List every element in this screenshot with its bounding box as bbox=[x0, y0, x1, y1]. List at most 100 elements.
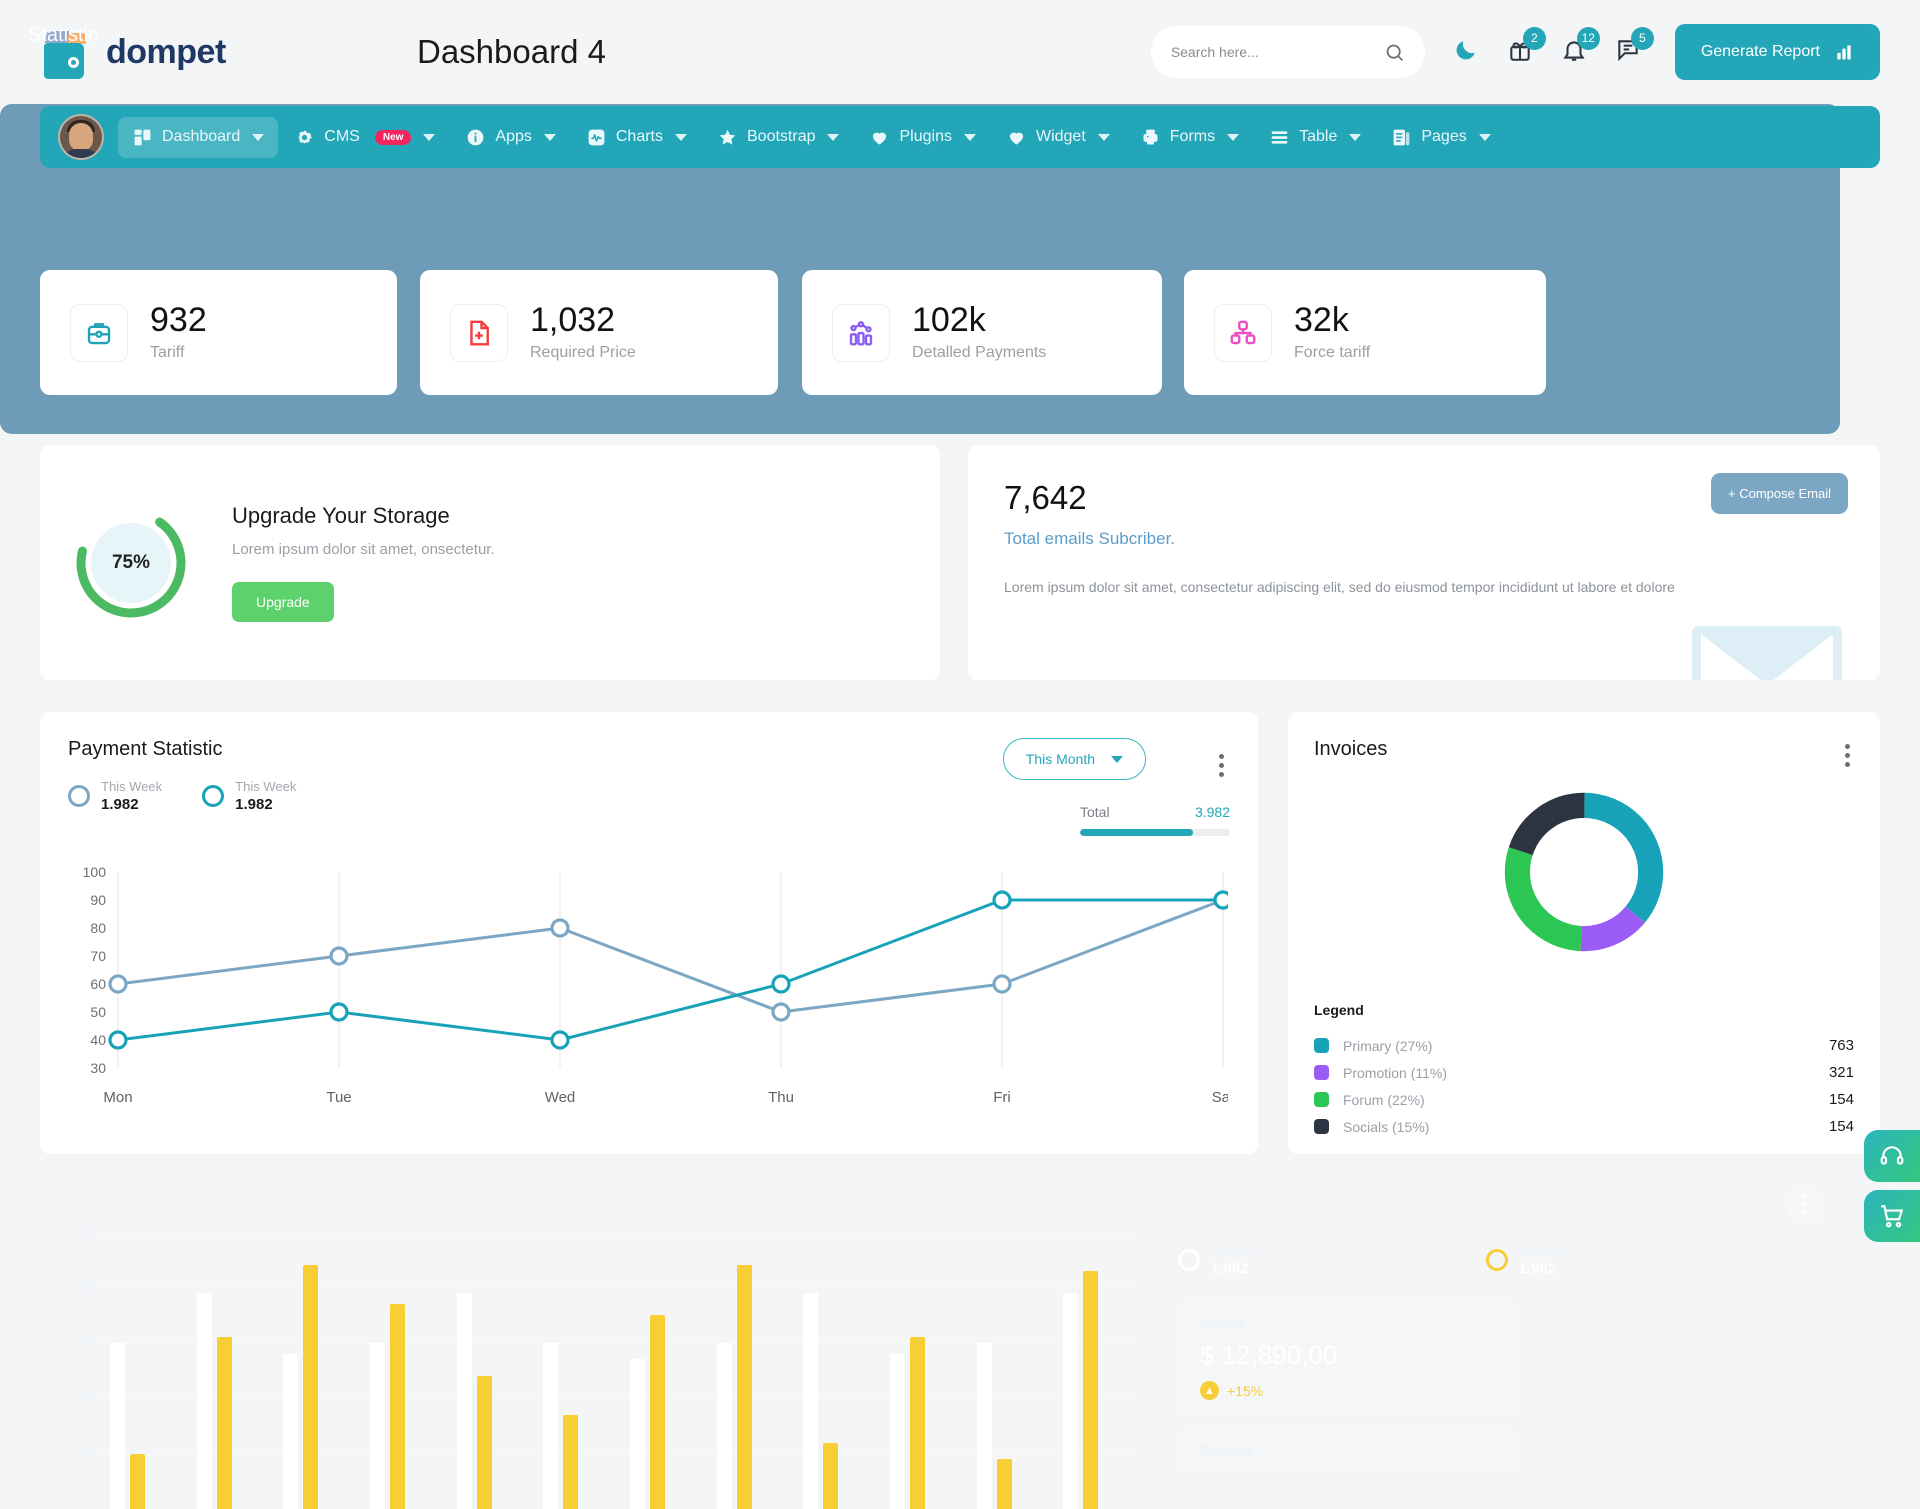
nav-item-cms[interactable]: CMS New bbox=[280, 117, 449, 158]
compose-email-button[interactable]: + Compose Email bbox=[1711, 473, 1848, 514]
notifications-button[interactable]: 12 bbox=[1561, 26, 1600, 68]
invoices-card: Invoices Legend Primary (27%) 763 Promot… bbox=[1288, 712, 1880, 1154]
nav-item-apps[interactable]: Apps bbox=[451, 117, 569, 158]
payment-legend: This Week 1.982 This Week 1.982 bbox=[68, 779, 1230, 813]
svg-text:Tue: Tue bbox=[326, 1089, 351, 1106]
nav-item-forms[interactable]: Forms bbox=[1126, 117, 1253, 158]
headset-icon bbox=[1880, 1146, 1904, 1165]
legend-value: 1.982 bbox=[101, 796, 139, 813]
legend-marker bbox=[68, 785, 90, 807]
y-axis-tick: 30 bbox=[75, 1335, 90, 1351]
svg-text:90: 90 bbox=[90, 892, 106, 908]
payment-statistic-card: Payment Statistic This Week 1.982 This W… bbox=[40, 712, 1258, 1154]
nav-item-charts[interactable]: Charts bbox=[572, 117, 701, 158]
brand-name: dompet bbox=[106, 32, 226, 71]
user-avatar[interactable] bbox=[58, 114, 104, 160]
stat-value: 102k bbox=[912, 300, 986, 339]
payment-menu-button[interactable] bbox=[1219, 754, 1224, 777]
legend-label: Primary (27%) bbox=[1343, 1037, 1433, 1054]
search-box[interactable] bbox=[1150, 26, 1425, 78]
statistic-menu-button[interactable] bbox=[1786, 1186, 1824, 1224]
svg-text:Wed: Wed bbox=[545, 1089, 576, 1106]
legend-swatch bbox=[1314, 1092, 1329, 1107]
bar-income bbox=[716, 1342, 732, 1509]
payment-period-select[interactable]: This Month bbox=[1002, 738, 1146, 780]
generate-report-button[interactable]: Generate Report bbox=[1674, 24, 1880, 80]
invoices-legend: Primary (27%) 763 Promotion (11%) 321 Fo… bbox=[1314, 1032, 1854, 1140]
chevron-down-icon bbox=[1478, 133, 1491, 141]
svg-text:Mon: Mon bbox=[103, 1089, 132, 1106]
nav-item-table[interactable]: Table bbox=[1255, 117, 1375, 158]
svg-text:60: 60 bbox=[90, 976, 106, 992]
svg-text:Thu: Thu bbox=[768, 1089, 794, 1106]
income-box: Income $ 12,890,00 ▲ +15% bbox=[1178, 1298, 1516, 1418]
gifts-button[interactable]: 2 bbox=[1507, 26, 1546, 68]
svg-text:50: 50 bbox=[90, 1004, 106, 1020]
legend-label: This Week bbox=[235, 779, 297, 794]
chevron-down-icon bbox=[827, 133, 840, 141]
cart-button[interactable] bbox=[1864, 1190, 1920, 1242]
stat-label: Required Price bbox=[530, 344, 636, 362]
nav-item-label: Charts bbox=[615, 128, 663, 145]
nav-item-label: CMS bbox=[324, 128, 360, 145]
bar-income bbox=[283, 1353, 299, 1509]
bar-expense bbox=[910, 1337, 925, 1509]
support-button[interactable] bbox=[1864, 1130, 1920, 1182]
nav-item-label: Table bbox=[1299, 128, 1338, 145]
nav-item-pages[interactable]: Pages bbox=[1377, 117, 1504, 158]
bar-income bbox=[456, 1292, 472, 1509]
page-title: Dashboard 4 bbox=[417, 33, 606, 70]
chevron-down-icon bbox=[675, 133, 687, 141]
chat-badge: 5 bbox=[1630, 26, 1654, 50]
nav-item-dashboard[interactable]: Dashboard bbox=[118, 116, 279, 158]
bar-expense bbox=[1083, 1270, 1099, 1509]
svg-text:80: 80 bbox=[90, 920, 106, 936]
bar-income bbox=[803, 1292, 819, 1509]
y-axis-tick: 20 bbox=[75, 1390, 90, 1406]
legend-value: 763 bbox=[1828, 1037, 1854, 1054]
email-subtitle: Total emails Subcriber. bbox=[1004, 529, 1176, 548]
nav-item-label: Forms bbox=[1169, 128, 1216, 145]
legend-label: This Week bbox=[101, 779, 163, 794]
svg-text:Fri: Fri bbox=[993, 1089, 1011, 1106]
bar-income bbox=[1063, 1292, 1079, 1509]
analytics-icon bbox=[832, 303, 890, 362]
statistic-period-select[interactable]: This Month bbox=[1440, 1007, 1582, 1047]
nav-item-widget[interactable]: Widget bbox=[992, 117, 1124, 158]
invoice-legend-item: Forum (22%) 154 bbox=[1314, 1086, 1854, 1113]
invoices-menu-button[interactable] bbox=[1845, 744, 1850, 767]
hierarchy-icon bbox=[1214, 303, 1272, 362]
list-icon bbox=[1269, 127, 1290, 148]
search-icon[interactable] bbox=[1384, 42, 1405, 63]
svg-text:Sat: Sat bbox=[1212, 1089, 1228, 1106]
generate-report-label: Generate Report bbox=[1700, 43, 1820, 60]
payment-total: Total 3.982 bbox=[1080, 804, 1230, 836]
printer-icon bbox=[1140, 127, 1161, 148]
legend-value: 1.982 bbox=[235, 796, 273, 813]
legend-value: 1.982 bbox=[1518, 1260, 1557, 1277]
chevron-down-icon bbox=[1097, 133, 1110, 141]
theme-toggle-button[interactable] bbox=[1453, 37, 1479, 68]
bar-expense bbox=[476, 1376, 492, 1509]
stat-label: Tariff bbox=[150, 344, 185, 362]
envelope-icon bbox=[1692, 626, 1842, 680]
legend-label: Expense bbox=[1518, 1243, 1570, 1258]
gift-badge: 2 bbox=[1522, 26, 1546, 50]
storage-card: 75% Upgrade Your Storage Lorem ipsum dol… bbox=[40, 445, 940, 680]
legend-value: 154 bbox=[1828, 1118, 1854, 1135]
y-axis-tick: 40 bbox=[75, 1279, 90, 1295]
bar-income bbox=[543, 1342, 559, 1509]
legend-swatch bbox=[1314, 1038, 1329, 1053]
nav-item-plugins[interactable]: Plugins bbox=[855, 117, 989, 158]
nav-item-label: Bootstrap bbox=[747, 128, 816, 145]
legend-swatch bbox=[1314, 1065, 1329, 1080]
messages-button[interactable]: 5 bbox=[1615, 26, 1654, 68]
pulse-icon bbox=[586, 127, 607, 148]
upgrade-button[interactable]: Upgrade bbox=[232, 582, 334, 622]
statistic-period-label: This Month bbox=[1462, 1019, 1532, 1035]
nav-item-bootstrap[interactable]: Bootstrap bbox=[703, 117, 853, 158]
nav-item-label: Plugins bbox=[899, 128, 952, 145]
moon-icon[interactable] bbox=[1453, 37, 1479, 63]
search-input[interactable] bbox=[1170, 44, 1384, 60]
stat-card: 1,032 Required Price bbox=[420, 270, 778, 395]
